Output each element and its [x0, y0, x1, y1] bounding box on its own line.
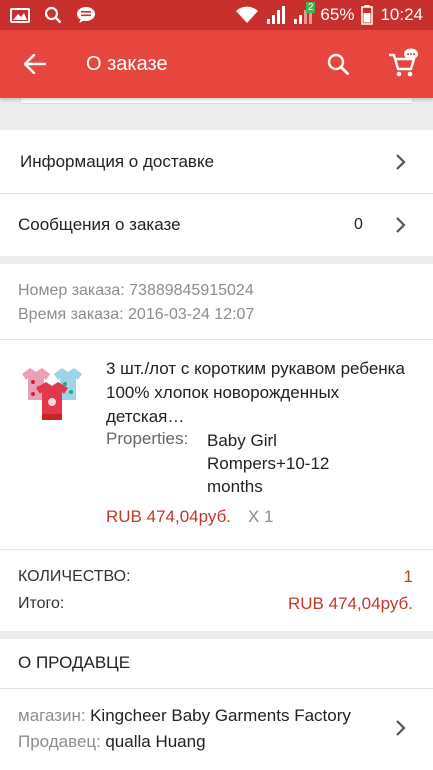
order-number-value: 73889845915024	[129, 282, 254, 299]
signal-icon: 2	[293, 2, 316, 25]
total-label: Итого:	[18, 595, 65, 612]
properties-label: Properties:	[106, 429, 189, 448]
order-messages-row[interactable]: Сообщения о заказе 0	[0, 194, 433, 256]
product-price: RUB 474,04руб.	[106, 507, 232, 526]
previous-card-edge	[20, 98, 413, 104]
order-time-value: 2016-03-24 12:07	[128, 306, 255, 323]
shipping-info-label: Информация о доставке	[20, 151, 215, 171]
search-icon	[44, 6, 62, 24]
order-number-label: Номер заказа:	[18, 282, 125, 299]
back-arrow-icon	[24, 54, 46, 74]
divider	[0, 549, 433, 550]
store-label: магазин:	[18, 706, 86, 725]
battery-level: 65%	[320, 5, 355, 24]
messages-count: 0	[354, 216, 363, 233]
wifi-icon	[235, 6, 259, 24]
search-icon	[327, 53, 349, 75]
order-time-label: Время заказа:	[18, 306, 124, 323]
chevron-right-icon	[396, 720, 406, 736]
battery-icon	[361, 5, 374, 25]
seller-line: Продавец: qualla Huang	[18, 732, 206, 752]
seller-section-title: О ПРОДАВЦЕ	[18, 653, 131, 672]
clock: 10:24	[380, 5, 423, 24]
store-name: Kingcheer Baby Garments Factory	[90, 706, 351, 725]
quantity-value: 1	[403, 567, 413, 586]
properties-value: Baby Girl Rompers+10-12 months	[207, 431, 330, 496]
seller-info-row[interactable]: магазин: Kingcheer Baby Garments Factory…	[0, 689, 433, 770]
order-messages-label: Сообщения о заказе	[18, 215, 181, 234]
product-quantity: X 1	[248, 507, 274, 526]
product-title[interactable]: 3 шт./лот с коротким рукавом ребенка 100…	[106, 357, 406, 429]
search-button[interactable]	[318, 44, 358, 84]
order-time: Время заказа: 2016-03-24 12:07	[18, 306, 254, 324]
app-bar: О заказе	[0, 30, 433, 98]
status-bar: 2 65% 10:24	[0, 0, 433, 30]
order-links-card: Информация о доставке Сообщения о заказе…	[0, 130, 433, 256]
sim-badge: 2	[305, 2, 316, 13]
order-number: Номер заказа: 73889845915024	[18, 282, 254, 300]
cart-button[interactable]	[380, 40, 426, 86]
page-title: О заказе	[86, 52, 168, 75]
cart-icon	[389, 48, 418, 77]
chevron-right-icon	[396, 217, 406, 233]
total-value: RUB 474,04руб.	[287, 594, 413, 613]
product-thumbnail[interactable]	[18, 362, 86, 430]
divider	[0, 339, 433, 340]
signal-icon	[266, 5, 286, 25]
shipping-info-row[interactable]: Информация о доставке	[0, 130, 433, 193]
quantity-label: КОЛИЧЕСТВО:	[18, 568, 131, 585]
gallery-icon	[10, 7, 30, 23]
store-line: магазин: Kingcheer Baby Garments Factory	[18, 706, 351, 726]
seller-label: Продавец:	[18, 732, 101, 751]
seller-name: qualla Huang	[105, 732, 206, 751]
back-button[interactable]	[0, 30, 70, 98]
chevron-right-icon	[396, 154, 406, 170]
message-icon	[76, 6, 96, 24]
